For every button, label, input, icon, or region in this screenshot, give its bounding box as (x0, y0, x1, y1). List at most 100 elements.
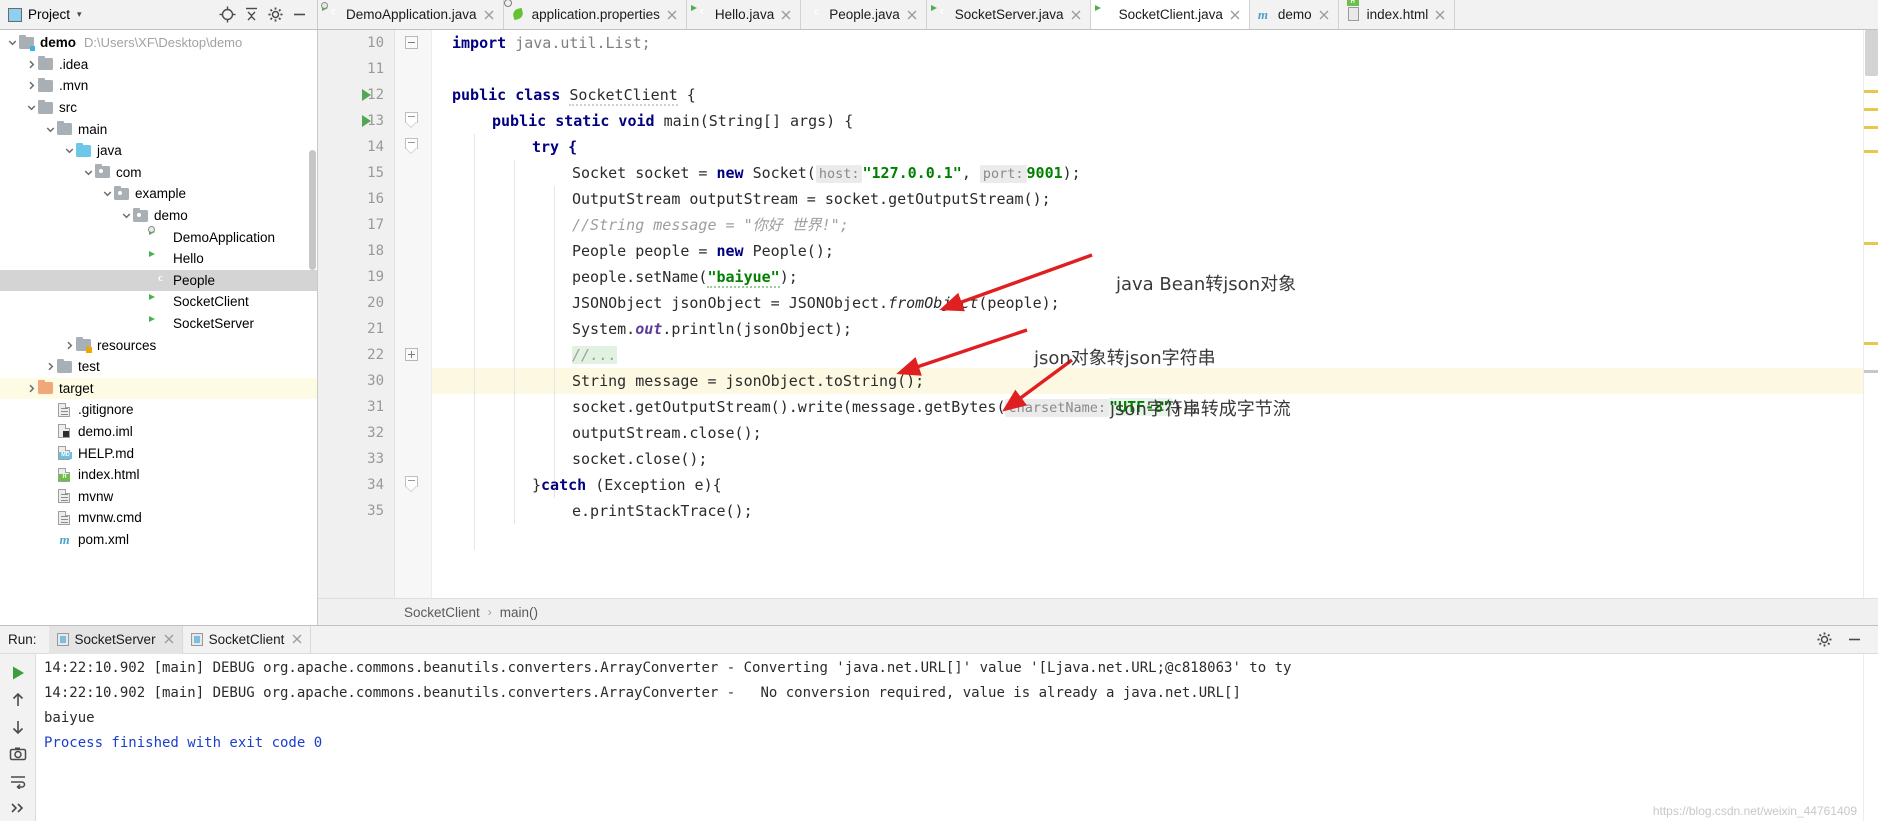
warning-marker[interactable] (1864, 242, 1878, 245)
change-marker[interactable] (1864, 370, 1878, 373)
breadcrumb-method[interactable]: main() (500, 605, 538, 620)
close-icon[interactable] (164, 633, 174, 647)
close-icon[interactable] (1435, 10, 1445, 20)
chevron-right-icon[interactable] (63, 341, 76, 350)
close-icon[interactable] (667, 10, 677, 20)
gear-icon[interactable] (265, 5, 285, 25)
breadcrumb-class[interactable]: SocketClient (404, 605, 480, 620)
close-icon[interactable] (484, 10, 494, 20)
tree-item--idea[interactable]: .idea (0, 54, 317, 76)
editor-tab-demo[interactable]: m demo (1249, 0, 1339, 29)
folder-icon (38, 77, 53, 92)
editor-gutter[interactable]: 10 11 12 13 14 15 16 17 18 19 20 21 22 30 31 32 33 34 35 (318, 30, 395, 598)
chevron-down-icon[interactable] (6, 38, 19, 47)
wrap-text-icon[interactable] (0, 767, 36, 794)
chevron-right-icon[interactable] (44, 362, 57, 371)
tree-item-help-md[interactable]: MD HELP.md (0, 442, 317, 464)
arrow-up-icon[interactable] (0, 686, 36, 713)
editor-marker-bar[interactable] (1863, 30, 1878, 598)
tree-item-label: java (97, 143, 122, 159)
chevron-down-icon[interactable] (44, 125, 57, 134)
tree-item-socketclient[interactable]: SocketClient (0, 291, 317, 313)
chevron-right-icon[interactable] (25, 81, 38, 90)
chevron-right-icon[interactable] (25, 384, 38, 393)
chevron-down-icon[interactable] (82, 168, 95, 177)
editor-tab-people-java[interactable]: People.java (801, 0, 927, 29)
warning-marker[interactable] (1864, 108, 1878, 111)
breadcrumb[interactable]: SocketClient › main() (318, 598, 1878, 625)
warning-marker[interactable] (1864, 90, 1878, 93)
tree-item-resources[interactable]: resources (0, 334, 317, 356)
close-icon[interactable] (907, 10, 917, 20)
tree-item-test[interactable]: test (0, 356, 317, 378)
editor-scrollbar-thumb[interactable] (1865, 30, 1878, 76)
tree-item-demo[interactable]: demo D:\Users\XF\Desktop\demo (0, 32, 317, 54)
tree-item--mvn[interactable]: .mvn (0, 75, 317, 97)
editor-tab-hello-java[interactable]: Hello.java (686, 0, 802, 29)
tree-item-target[interactable]: target (0, 377, 317, 400)
chevron-down-icon[interactable]: ▾ (77, 9, 82, 20)
chevron-right-icon[interactable] (25, 60, 38, 69)
arrow-down-icon[interactable] (0, 713, 36, 740)
editor-tab-index-html[interactable]: Hindex.html (1338, 0, 1456, 29)
tree-item-index-html[interactable]: Hindex.html (0, 464, 317, 486)
close-icon[interactable] (1071, 10, 1081, 20)
tree-item-socketserver[interactable]: SocketServer (0, 313, 317, 335)
chevron-down-icon[interactable] (120, 211, 133, 220)
chevron-down-icon[interactable] (101, 189, 114, 198)
tree-item-demo-iml[interactable]: demo.iml (0, 421, 317, 443)
warning-marker[interactable] (1864, 150, 1878, 153)
project-tree[interactable]: demo D:\Users\XF\Desktop\demo .idea .mvn src… (0, 30, 318, 625)
editor-area[interactable]: 10 11 12 13 14 15 16 17 18 19 20 21 22 30 31 32 33 34 35 i… (318, 30, 1878, 598)
tree-item-src[interactable]: src (0, 97, 317, 119)
collapse-all-icon[interactable] (241, 5, 261, 25)
tree-item-pom-xml[interactable]: m pom.xml (0, 529, 317, 551)
close-icon[interactable] (1319, 10, 1329, 20)
warning-marker[interactable] (1864, 342, 1878, 345)
tree-item-main[interactable]: main (0, 118, 317, 140)
tree-item-com[interactable]: com (0, 162, 317, 184)
close-icon[interactable] (1230, 10, 1240, 20)
tree-item-demo[interactable]: demo (0, 205, 317, 227)
editor-tab-demoapplication-java[interactable]: DemoApplication.java (318, 0, 504, 29)
run-tab-socketserver[interactable]: SocketServer (48, 625, 183, 654)
console-output[interactable]: 14:22:10.902 [main] DEBUG org.apache.com… (36, 654, 1863, 821)
tree-item-mvnw-cmd[interactable]: mvnw.cmd (0, 507, 317, 529)
folder-icon (57, 358, 72, 373)
close-icon[interactable] (781, 10, 791, 20)
tree-item-example[interactable]: example (0, 183, 317, 205)
code-fold-toggle[interactable] (405, 138, 418, 155)
tree-item-java[interactable]: java (0, 140, 317, 162)
close-icon[interactable] (292, 633, 302, 647)
run-tab-socketclient[interactable]: SocketClient (183, 625, 312, 654)
code-fold-toggle[interactable] (405, 476, 418, 493)
console-marker-bar[interactable] (1863, 654, 1878, 821)
code-fold-toggle[interactable] (405, 112, 418, 129)
tree-item-mvnw[interactable]: mvnw (0, 485, 317, 507)
tree-item-demoapplication[interactable]: DemoApplication (0, 226, 317, 248)
gear-icon[interactable] (1814, 630, 1834, 650)
editor-tab-socketclient-java[interactable]: SocketClient.java (1090, 0, 1250, 29)
tree-item--gitignore[interactable]: .gitignore (0, 399, 317, 421)
chevron-down-icon[interactable] (25, 103, 38, 112)
editor-tab-socketserver-java[interactable]: SocketServer.java (926, 0, 1091, 29)
chevron-down-icon[interactable] (63, 146, 76, 155)
run-gutter-icon[interactable] (362, 115, 371, 127)
tree-item-people[interactable]: People (0, 269, 317, 292)
code-fold-toggle[interactable] (405, 36, 418, 49)
editor-fold-column[interactable] (395, 30, 432, 598)
console-line: baiyue (44, 710, 95, 726)
run-gutter-icon[interactable] (362, 89, 371, 101)
warning-marker[interactable] (1864, 126, 1878, 129)
camera-icon[interactable] (0, 740, 36, 767)
minimize-icon[interactable] (1844, 630, 1864, 650)
run-icon[interactable] (0, 659, 36, 686)
editor-tab-application-properties[interactable]: application.properties (503, 0, 687, 29)
code-fold-toggle[interactable] (405, 348, 418, 361)
tree-item-hello[interactable]: Hello (0, 248, 317, 270)
crosshair-icon[interactable] (217, 5, 237, 25)
tree-scrollbar[interactable] (309, 150, 316, 270)
more-icon[interactable] (0, 794, 36, 821)
minimize-icon[interactable] (289, 5, 309, 25)
code-content[interactable]: import java.util.List; public class Sock… (432, 30, 1863, 598)
